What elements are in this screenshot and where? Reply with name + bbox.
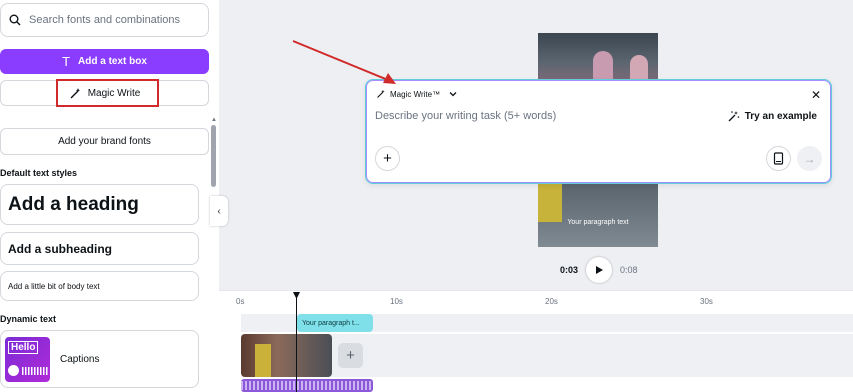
send-button[interactable]: → <box>797 146 822 171</box>
tick-label: 10s <box>390 297 403 306</box>
person-shape <box>255 344 271 377</box>
magic-write-popup: Magic Write™ ✕ Describe your writing tas… <box>365 79 832 184</box>
play-icon <box>8 364 19 376</box>
magic-write-button[interactable]: Magic Write <box>0 79 209 107</box>
magic-wand-icon <box>377 89 385 98</box>
add-clip-button[interactable]: + <box>338 343 363 368</box>
waveform-icon <box>241 381 373 390</box>
prompt-input[interactable]: Describe your writing task (5+ words) <box>375 110 556 122</box>
video-clip[interactable] <box>241 334 332 377</box>
add-subheading-button[interactable]: Add a subheading <box>0 232 199 265</box>
sparkle-wand-icon <box>728 111 740 122</box>
popup-title: Magic Write™ <box>390 89 441 99</box>
video-frame-top[interactable] <box>538 33 658 81</box>
arrow-right-icon: → <box>803 151 816 166</box>
add-text-box-label: Add a text box <box>78 56 147 67</box>
default-styles-title: Default text styles <box>0 168 78 178</box>
tick-label: 20s <box>545 297 558 306</box>
scroll-up-icon[interactable]: ▲ <box>211 117 217 123</box>
text-icon: T <box>62 54 71 69</box>
play-icon <box>596 266 604 274</box>
paragraph-text[interactable]: Your paragraph text <box>538 218 658 228</box>
add-body-text-button[interactable]: Add a little bit of body text <box>0 271 199 301</box>
text-panel: Search fonts and combinations T Add a te… <box>0 0 210 392</box>
play-button[interactable] <box>586 257 613 283</box>
person-shape <box>538 182 562 222</box>
magic-write-dropdown[interactable]: Magic Write™ <box>376 89 458 99</box>
chevron-down-icon <box>449 92 457 97</box>
add-text-box-button[interactable]: T Add a text box <box>0 49 209 74</box>
try-example-label: Try an example <box>744 111 817 122</box>
add-heading-button[interactable]: Add a heading <box>0 184 199 225</box>
video-track <box>241 334 853 377</box>
captions-card[interactable]: Hello Captions <box>0 330 199 388</box>
brand-voice-button[interactable] <box>766 146 791 171</box>
tick-label: 30s <box>700 297 713 306</box>
close-icon[interactable]: ✕ <box>811 88 821 102</box>
search-input[interactable]: Search fonts and combinations <box>29 14 180 26</box>
brand-fonts-button[interactable]: Add your brand fonts <box>0 128 209 155</box>
text-clip[interactable]: Your paragraph t... <box>297 314 373 332</box>
captions-label: Captions <box>60 353 100 365</box>
plus-icon: + <box>346 347 355 364</box>
playhead[interactable] <box>296 294 297 392</box>
add-icon[interactable]: + <box>375 146 400 171</box>
playback-controls: 0:03 0:08 <box>560 257 638 283</box>
search-icon <box>9 14 21 26</box>
person-shape <box>593 51 613 81</box>
video-frame-bottom[interactable]: Your paragraph text <box>538 182 658 247</box>
book-icon <box>773 152 784 165</box>
panel-scrollbar[interactable] <box>211 125 216 187</box>
waveform-icon <box>22 366 48 375</box>
highlight-box <box>56 79 159 107</box>
dynamic-text-title: Dynamic text <box>0 314 57 324</box>
captions-thumbnail: Hello <box>5 336 50 382</box>
search-box[interactable]: Search fonts and combinations <box>0 3 209 37</box>
person-shape <box>630 55 648 81</box>
tick-label: 0s <box>236 297 245 306</box>
try-example-button[interactable]: Try an example <box>727 110 817 123</box>
duration: 0:08 <box>620 265 638 275</box>
annotation-arrow <box>292 40 396 84</box>
captions-thumb-text: Hello <box>8 340 39 354</box>
collapse-panel-button[interactable]: ‹ <box>210 196 228 226</box>
brand-fonts-label: Add your brand fonts <box>58 136 151 147</box>
chevron-left-icon: ‹ <box>217 205 221 217</box>
current-time: 0:03 <box>560 265 579 275</box>
audio-clip[interactable] <box>241 379 373 392</box>
